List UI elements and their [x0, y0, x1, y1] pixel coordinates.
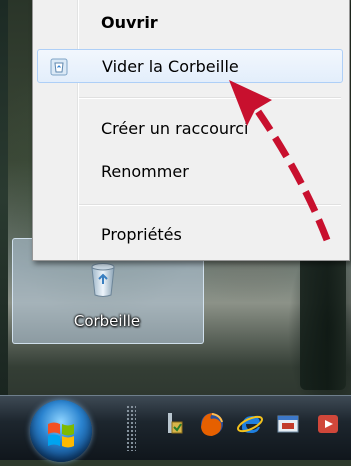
- menu-item-open[interactable]: Ouvrir: [37, 6, 343, 40]
- menu-item-empty-recycle-bin[interactable]: Vider la Corbeille: [37, 49, 343, 83]
- show-desktop-icon[interactable]: [160, 410, 188, 438]
- menu-item-label: Vider la Corbeille: [102, 57, 239, 76]
- menu-separator: [79, 97, 341, 99]
- menu-item-label: Ouvrir: [101, 13, 158, 32]
- menu-item-label: Renommer: [101, 162, 189, 181]
- firefox-icon[interactable]: [198, 410, 226, 438]
- recycle-bin-icon: [91, 263, 115, 297]
- internet-explorer-icon[interactable]: [236, 410, 264, 438]
- menu-item-properties[interactable]: Propriétés: [37, 218, 343, 252]
- windows-logo-icon: [48, 422, 74, 448]
- window-switch-icon[interactable]: [274, 410, 302, 438]
- menu-item-label: Propriétés: [101, 225, 182, 244]
- menu-item-create-shortcut[interactable]: Créer un raccourci: [37, 112, 343, 146]
- windows-start-orb-icon[interactable]: [30, 400, 92, 462]
- taskbar-grip[interactable]: [126, 405, 136, 451]
- recycle-bin-icon: [50, 58, 68, 76]
- media-icon[interactable]: [314, 410, 342, 438]
- wallpaper-edge: [0, 0, 8, 395]
- menu-item-label: Créer un raccourci: [101, 119, 249, 138]
- menu-separator: [79, 204, 341, 206]
- menu-item-rename[interactable]: Renommer: [37, 155, 343, 189]
- context-menu: Ouvrir Vider la Corbeille Créer un racco…: [32, 0, 350, 261]
- recycle-bin-label: Corbeille: [73, 312, 141, 330]
